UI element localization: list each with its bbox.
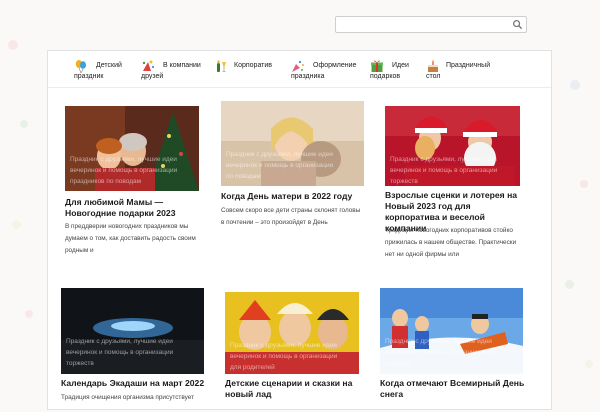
thumbnail-overlay: Праздник с друзьями, лучшие идеи вечерин… [66,336,199,369]
nav-item-label: В компании [163,62,201,69]
nav-item-label: Корпоратив [234,62,273,69]
article-title[interactable]: Детские сценарии и сказки на новый лад [225,378,352,400]
background-decoration [585,360,593,368]
article-thumbnail[interactable]: Праздник с друзьями, лучшие идеи вечерин… [385,106,520,186]
overlay-text: Праздник с друзьями, лучшие идеи [385,338,492,345]
background-decoration [12,220,21,229]
article-card[interactable]: Праздник с друзьями, лучшие идеи вечерин… [225,292,365,412]
balloon-icon [75,60,86,73]
nav-item-label: подарков [370,73,401,80]
nav-item-label: стол [426,73,441,80]
content-panel: Детский праздник В компании друзей Корпо… [47,50,552,410]
overlay-text: Праздник с друзьями, лучшие идеи [66,338,173,345]
background-decoration [570,80,580,90]
champagne-icon [217,60,226,72]
overlay-text: Праздник с друзьями, лучшие идеи [390,156,497,163]
article-card[interactable]: Праздник с друзьями, лучшие идеи вечерин… [385,106,525,276]
overlay-text: вечеринок и помощь в организации [385,349,493,356]
article-thumbnail[interactable]: Праздник с друзьями, лучшие идеи вечерин… [221,101,364,186]
overlay-text: вечеринок и помощь в организации [230,353,338,360]
article-title[interactable]: Когда отмечают Всемирный День снега [380,378,524,400]
overlay-text: Праздник с друзьями, лучшие идеи [70,156,177,163]
article-excerpt: Совсем скоро все дети страны склонят гол… [221,207,361,226]
nav-item-label: друзей [141,73,164,80]
nav-item-label: Идеи [392,62,409,69]
search-box[interactable] [335,16,527,35]
background-decoration [565,280,574,289]
overlay-text: торжеств [66,360,94,367]
nav-item-festive-table[interactable]: Праздничный стол [426,59,496,85]
background-decoration [580,180,588,188]
nav-item-label: Оформление [313,62,357,69]
thumbnail-overlay: Праздник с друзьями, лучшие идеи вечерин… [390,154,515,186]
article-thumbnail[interactable]: Праздник с друзьями, лучшие идеи вечерин… [61,288,204,374]
overlay-text: вечеринок и помощь в организации [390,167,498,174]
article-excerpt: Традиция очищения организма присутствует [61,394,195,401]
nav-item-label: Детский [96,62,122,69]
article-title[interactable]: Для любимой Мамы — Новогодние подарки 20… [65,197,175,219]
thumbnail-overlay: Праздник с друзьями, лучшие идеи вечерин… [230,340,354,373]
overlay-text: торжеств [390,178,418,185]
party-icon [142,60,154,71]
nav-item-kids-party[interactable]: Детский праздник [74,59,134,85]
article-title[interactable]: Календарь Экадаши на март 2022 [61,378,204,389]
gift-icon [371,60,383,72]
article-thumbnail[interactable]: Праздник с друзьями, лучшие идеи вечерин… [380,288,523,374]
search-icon[interactable] [512,19,523,30]
thumbnail-overlay: Праздник с друзьями, лучшие идеи вечерин… [70,154,194,187]
nav-item-label: Праздничный [446,62,491,69]
background-decoration [8,40,18,50]
thumbnail-overlay: Праздник с друзьями, лучшие идеи вечерин… [226,149,359,182]
nav-item-corporate[interactable]: Корпоратив [214,59,276,85]
article-card[interactable]: Праздник с друзьями, лучшие идеи вечерин… [380,288,528,408]
overlay-text: для родителей [230,364,275,371]
background-decoration [20,120,28,128]
nav-item-gift-ideas[interactable]: Идеи подарков [370,59,426,85]
overlay-text: вечеринок и помощь в организации [70,167,178,174]
category-nav: Детский праздник В компании друзей Корпо… [48,51,551,88]
overlay-text: вечеринок и помощь в организации [66,349,174,356]
nav-item-label: праздника [291,73,325,80]
overlay-text: праздников по поводам [70,178,142,185]
overlay-text: Праздник с друзьями, лучшие идеи [230,342,337,349]
overlay-text: по поводам [226,173,261,180]
cake-icon [428,60,438,72]
article-thumbnail[interactable]: Праздник с друзьями, лучшие идеи вечерин… [65,106,199,191]
background-decoration [25,310,33,318]
article-excerpt: В преддверии новогодних праздников мы ду… [65,223,196,254]
overlay-text: торжеств [385,360,413,367]
article-excerpt: Традиция новогодних корпоративов стойко … [385,227,517,258]
confetti-icon [292,60,304,72]
article-card[interactable]: Праздник с друзьями, лучшие идеи вечерин… [65,106,201,266]
overlay-text: вечеринок и помощь в организации [226,162,334,169]
thumbnail-overlay: Праздник с друзьями, лучшие идеи вечерин… [385,336,518,369]
article-title[interactable]: Когда День матери в 2022 году [221,191,352,202]
article-card[interactable]: Праздник с друзьями, лучшие идеи вечерин… [221,101,366,261]
nav-item-with-friends[interactable]: В компании друзей [141,59,203,85]
article-card[interactable]: Праздник с друзьями, лучшие идеи вечерин… [61,288,206,408]
overlay-text: Праздник с друзьями, лучшие идеи [226,151,333,158]
article-thumbnail[interactable]: Праздник с друзьями, лучшие идеи вечерин… [225,292,359,374]
nav-item-decoration[interactable]: Оформление праздника [291,59,357,85]
nav-item-label: праздник [74,73,104,80]
search-input[interactable] [336,19,506,35]
